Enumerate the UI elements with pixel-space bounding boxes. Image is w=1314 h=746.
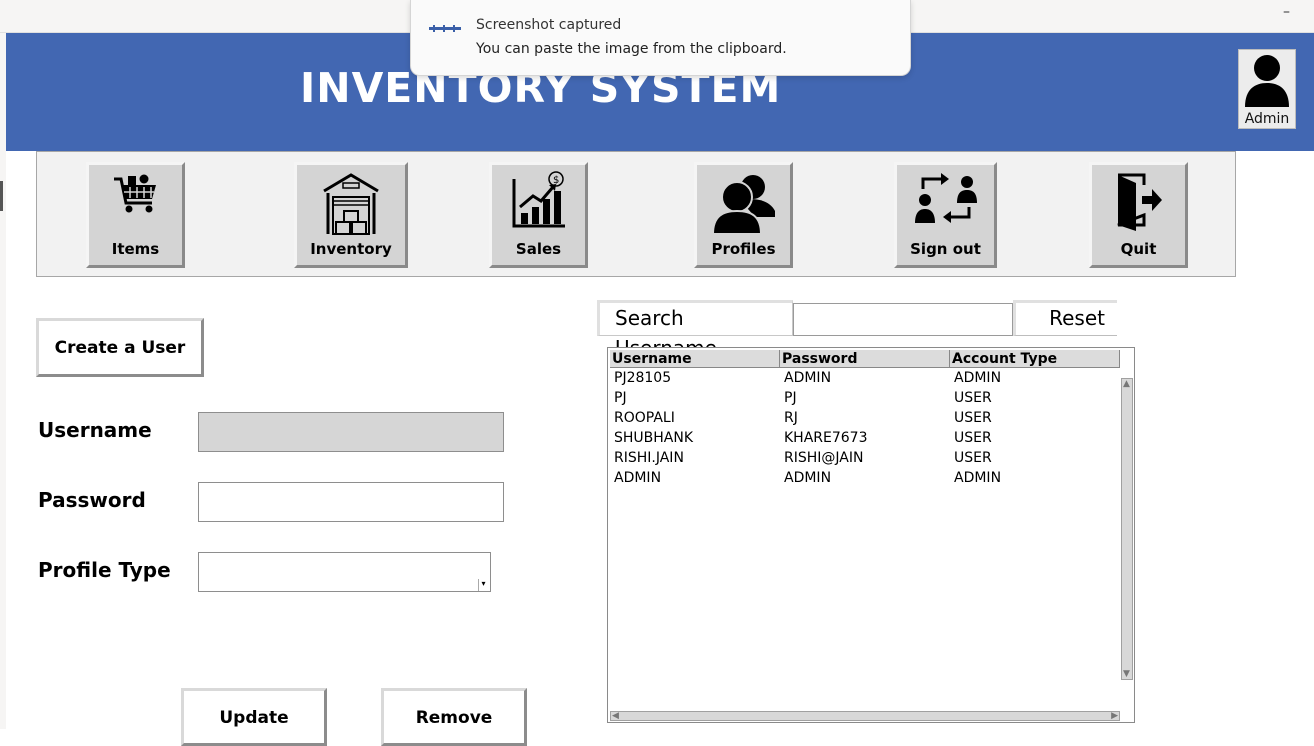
cell-password: PJ: [784, 390, 797, 406]
user-silhouette-icon: [1245, 55, 1289, 107]
cell-username: PJ: [614, 390, 627, 406]
profiles-icon: [711, 175, 775, 235]
screenshot-notification[interactable]: Screenshot captured You can paste the im…: [410, 0, 911, 76]
search-username-label: Search Username: [597, 300, 793, 360]
cell-account-type: USER: [954, 450, 992, 466]
profiles-button[interactable]: Profiles: [694, 162, 793, 268]
exit-door-icon: [1116, 173, 1162, 231]
cell-username: ROOPALI: [614, 410, 675, 426]
cell-password: RISHI@JAIN: [784, 450, 864, 466]
notification-title: Screenshot captured: [476, 17, 622, 33]
sales-button[interactable]: $ Sales: [489, 162, 588, 268]
password-field[interactable]: [198, 482, 504, 522]
password-label: Password: [38, 488, 146, 512]
screenshot-thumbnail-icon: [429, 25, 461, 32]
inventory-button[interactable]: Inventory: [294, 162, 408, 268]
items-button[interactable]: Items: [86, 162, 185, 268]
shopping-cart-icon: [113, 174, 156, 213]
cell-password: KHARE7673: [784, 430, 868, 446]
sign-out-button[interactable]: Sign out: [894, 162, 997, 268]
inventory-button-label: Inventory: [310, 240, 392, 258]
column-header-account-type[interactable]: Account Type: [950, 350, 1120, 368]
horizontal-scrollbar[interactable]: ◀ ▶: [610, 711, 1120, 721]
sales-button-label: Sales: [515, 240, 562, 258]
update-button[interactable]: Update: [181, 688, 327, 746]
username-field[interactable]: [198, 412, 504, 452]
cell-account-type: ADMIN: [954, 470, 1002, 486]
items-button-label: Items: [111, 240, 160, 258]
sign-out-button-label: Sign out: [910, 240, 981, 258]
cell-password: ADMIN: [784, 470, 832, 486]
cell-username: SHUBHANK: [614, 430, 694, 446]
cell-account-type: ADMIN: [954, 370, 1002, 386]
dropdown-arrow-icon[interactable]: ▾: [478, 579, 488, 591]
sales-chart-icon: $: [512, 171, 565, 228]
scroll-down-icon[interactable]: ▼: [1123, 669, 1130, 679]
user-badge[interactable]: Admin: [1238, 49, 1296, 129]
cell-password: ADMIN: [784, 370, 832, 386]
main-toolbar: Items Inventory $ Sales Profiles Sign ou…: [36, 151, 1236, 277]
scroll-right-icon[interactable]: ▶: [1111, 711, 1118, 721]
warehouse-icon: [323, 173, 379, 235]
scroll-left-icon[interactable]: ◀: [612, 711, 619, 721]
switch-user-icon: [914, 173, 977, 223]
quit-button[interactable]: Quit: [1089, 162, 1188, 268]
minimize-button[interactable]: –: [1283, 4, 1290, 20]
cell-account-type: USER: [954, 390, 992, 406]
profile-type-label: Profile Type: [38, 558, 171, 582]
cell-password: RJ: [784, 410, 798, 426]
column-header-password[interactable]: Password: [780, 350, 950, 368]
profile-type-select[interactable]: ▾: [198, 552, 491, 592]
cell-username: ADMIN: [614, 470, 662, 486]
cell-username: PJ28105: [614, 370, 672, 386]
notification-body: You can paste the image from the clipboa…: [476, 41, 787, 57]
profiles-button-label: Profiles: [711, 240, 776, 258]
cell-account-type: USER: [954, 410, 992, 426]
search-input[interactable]: [793, 303, 1013, 336]
cell-username: RISHI.JAIN: [614, 450, 684, 466]
user-label: Admin: [1244, 111, 1290, 127]
create-user-button[interactable]: Create a User: [36, 318, 204, 377]
vertical-scrollbar[interactable]: ▲ ▼: [1121, 378, 1133, 680]
cell-account-type: USER: [954, 430, 992, 446]
column-header-username[interactable]: Username: [610, 350, 780, 368]
quit-button-label: Quit: [1120, 240, 1157, 258]
reset-button[interactable]: Reset: [1013, 300, 1117, 336]
remove-button[interactable]: Remove: [381, 688, 527, 746]
svg-text:$: $: [553, 175, 559, 186]
users-table[interactable]: Username Password Account Type PJ28105 A…: [607, 347, 1135, 723]
scroll-up-icon[interactable]: ▲: [1123, 379, 1130, 389]
username-label: Username: [38, 418, 152, 442]
